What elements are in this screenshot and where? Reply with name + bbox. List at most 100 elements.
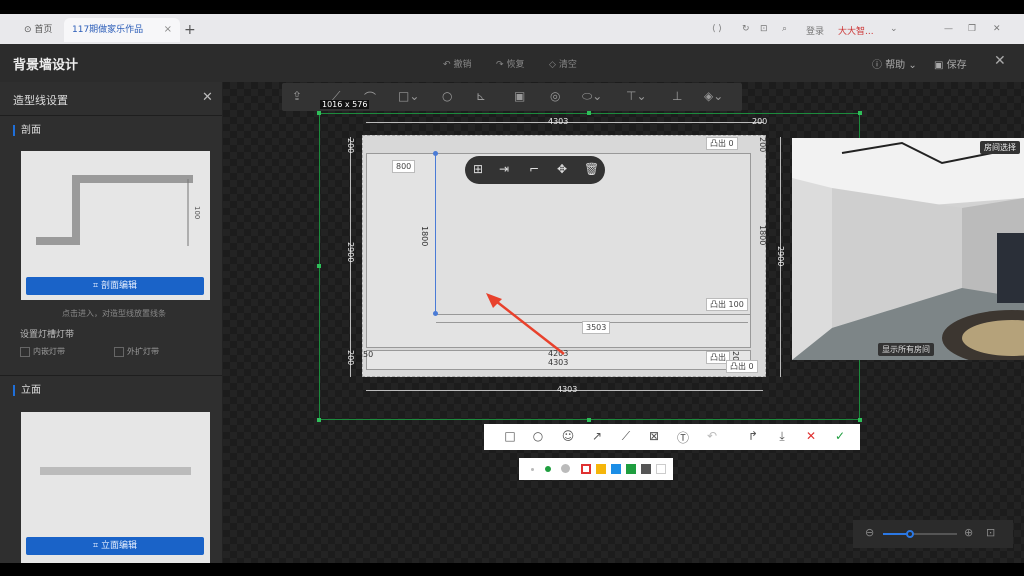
close-button[interactable]: ✕ xyxy=(994,53,1006,69)
zoom-in-icon[interactable]: ⊕ xyxy=(964,526,973,539)
resize-handle[interactable] xyxy=(858,418,862,422)
confirm-icon[interactable]: ✓ xyxy=(832,429,848,443)
help-button[interactable]: ⓘ 帮助 ⌄ xyxy=(872,56,917,71)
tab-close-icon[interactable]: × xyxy=(164,18,172,42)
resize-handle[interactable] xyxy=(587,418,591,422)
align-tool-icon[interactable]: ⊤⌄ xyxy=(626,89,647,103)
resize-handle[interactable] xyxy=(587,111,591,115)
share-icon[interactable]: ↱ xyxy=(745,429,761,443)
window-close-icon[interactable]: ✕ xyxy=(993,24,1001,34)
login-link[interactable]: 登录 xyxy=(806,24,824,37)
resize-handle[interactable] xyxy=(317,264,321,268)
resize-handle[interactable] xyxy=(858,111,862,115)
redo-button[interactable]: ↷ 恢复 xyxy=(496,57,525,70)
dim-inner-height: 1800 xyxy=(420,226,429,247)
size-small[interactable] xyxy=(531,468,534,471)
tab-active[interactable]: 117期做家乐作品 × xyxy=(64,18,180,42)
annotation-toolbar: □ ○ ☺ ↗ ⟋ ⊠ Ⓣ ↶ ↱ ⤓ ✕ ✓ xyxy=(484,424,860,450)
convex-label-mid[interactable]: 凸出 100 xyxy=(706,298,748,311)
dim-right-height: 1800 xyxy=(758,225,767,246)
offset-tool-icon[interactable]: ◎ xyxy=(550,89,560,103)
checkbox-outer-label: 外扩灯带 xyxy=(127,347,159,356)
new-tab-button[interactable]: + xyxy=(184,18,196,42)
color-red[interactable] xyxy=(581,464,591,474)
tab-home-label: 首页 xyxy=(34,25,53,35)
convex-label-bottom2[interactable]: 凸出 0 xyxy=(726,360,758,373)
color-white[interactable] xyxy=(656,464,666,474)
save-label: 保存 xyxy=(946,60,967,71)
ellipse-icon[interactable]: ○ xyxy=(530,429,546,443)
room-preview[interactable]: 房间选择 显示所有房间 xyxy=(792,138,1024,360)
download-icon[interactable]: ⤓ xyxy=(774,429,790,444)
profile-dim: 100 xyxy=(193,206,201,220)
circle-tool-icon[interactable]: ○ xyxy=(442,89,452,103)
text-icon[interactable]: Ⓣ xyxy=(675,429,691,446)
checkbox-outer-light[interactable]: 外扩灯带 xyxy=(114,346,159,357)
guide-line xyxy=(435,153,436,313)
help-icon: ⓘ xyxy=(872,60,886,71)
checkbox-inner-light[interactable]: 内嵌灯带 xyxy=(20,346,65,357)
undo-button[interactable]: ↶ 撤销 xyxy=(443,57,472,70)
move-icon[interactable]: ✥ xyxy=(557,162,567,176)
add-icon[interactable]: ⊞ xyxy=(473,162,483,176)
rect-tool-icon[interactable]: □⌄ xyxy=(398,89,419,103)
mosaic-icon[interactable]: ⊠ xyxy=(646,429,662,443)
hint-text: 点击进入，对造型线放置线条 xyxy=(62,309,166,318)
color-yellow[interactable] xyxy=(596,464,606,474)
fit-screen-icon[interactable]: ⊡ xyxy=(986,526,995,539)
upload-icon[interactable]: ⇪ xyxy=(292,89,302,103)
guide-point[interactable] xyxy=(433,151,438,156)
elevation-edit-button[interactable]: ⌗ 立面编辑 xyxy=(26,537,204,555)
save-button[interactable]: ▣ 保存 xyxy=(934,56,967,71)
clear-button[interactable]: ◇ 清空 xyxy=(549,57,577,70)
zoom-slider-track[interactable] xyxy=(909,533,957,535)
delete-icon[interactable]: 🗑 xyxy=(584,162,599,176)
rect-icon[interactable]: □ xyxy=(502,429,518,443)
resize-handle[interactable] xyxy=(317,418,321,422)
resize-handle[interactable] xyxy=(317,111,321,115)
annotation-arrow[interactable] xyxy=(480,290,570,360)
panel-close-icon[interactable]: ✕ xyxy=(202,90,213,105)
color-gray[interactable] xyxy=(641,464,651,474)
zoom-control: ⊖ ⊕ ⊡ xyxy=(853,520,1013,548)
restore-icon[interactable]: ❐ xyxy=(968,24,976,34)
emoji-icon[interactable]: ☺ xyxy=(560,429,576,443)
zoom-slider-thumb[interactable] xyxy=(906,530,914,538)
panel-title: 造型线设置 xyxy=(13,94,68,107)
zoom-out-icon[interactable]: ⊖ xyxy=(865,526,874,539)
size-large[interactable] xyxy=(561,464,570,473)
curve-icon[interactable]: ⌐ xyxy=(529,162,539,176)
size-medium[interactable] xyxy=(545,466,551,472)
convex-label-top[interactable]: 凸出 0 xyxy=(706,137,738,150)
frame-tool-icon[interactable]: ▣ xyxy=(514,89,525,103)
refresh-icon[interactable]: ↻ xyxy=(742,24,750,34)
dim-bottom-inner: 3503 xyxy=(582,321,611,334)
undo-icon: ↶ xyxy=(443,60,451,70)
room-select-button[interactable]: 房间选择 xyxy=(980,141,1020,154)
cancel-icon[interactable]: ✕ xyxy=(803,429,819,443)
profile-edit-button[interactable]: ⌗ 剖面编辑 xyxy=(26,277,204,295)
chevron-down-icon[interactable]: ⌄ xyxy=(890,24,898,34)
split-icon[interactable]: ⇥ xyxy=(499,162,509,176)
guide-point[interactable] xyxy=(433,311,438,316)
user-link[interactable]: 大大智... xyxy=(838,24,874,37)
show-all-rooms-button[interactable]: 显示所有房间 xyxy=(878,343,934,356)
divider xyxy=(0,115,222,116)
color-blue[interactable] xyxy=(611,464,621,474)
undo-icon[interactable]: ↶ xyxy=(704,429,720,443)
color-green[interactable] xyxy=(626,464,636,474)
left-panel: 造型线设置 ✕ 剖面 100 ⌗ 剖面编辑 点击进入，对造型线放置线条 设置灯槽… xyxy=(0,82,223,564)
checkbox-inner-label: 内嵌灯带 xyxy=(33,347,65,356)
grid-tool-icon[interactable]: ⊥ xyxy=(672,89,682,103)
arrow-icon[interactable]: ↗ xyxy=(589,429,605,443)
minimize-icon[interactable]: — xyxy=(944,24,953,34)
light-title: 设置灯槽灯带 xyxy=(20,330,75,340)
tab-home[interactable]: ⊙ 首页 xyxy=(24,18,64,42)
history-icon[interactable]: ⊡ xyxy=(760,24,768,34)
corner-tool-icon[interactable]: ⊾ xyxy=(476,89,486,103)
back-icon[interactable]: ⟨ ⟩ xyxy=(712,24,722,34)
pen-icon[interactable]: ⟋ xyxy=(618,429,634,444)
fill-tool-icon[interactable]: ◈⌄ xyxy=(704,89,723,103)
shape-tool-icon[interactable]: ⬭⌄ xyxy=(582,89,602,104)
search-icon[interactable]: ⌕ xyxy=(782,24,787,34)
